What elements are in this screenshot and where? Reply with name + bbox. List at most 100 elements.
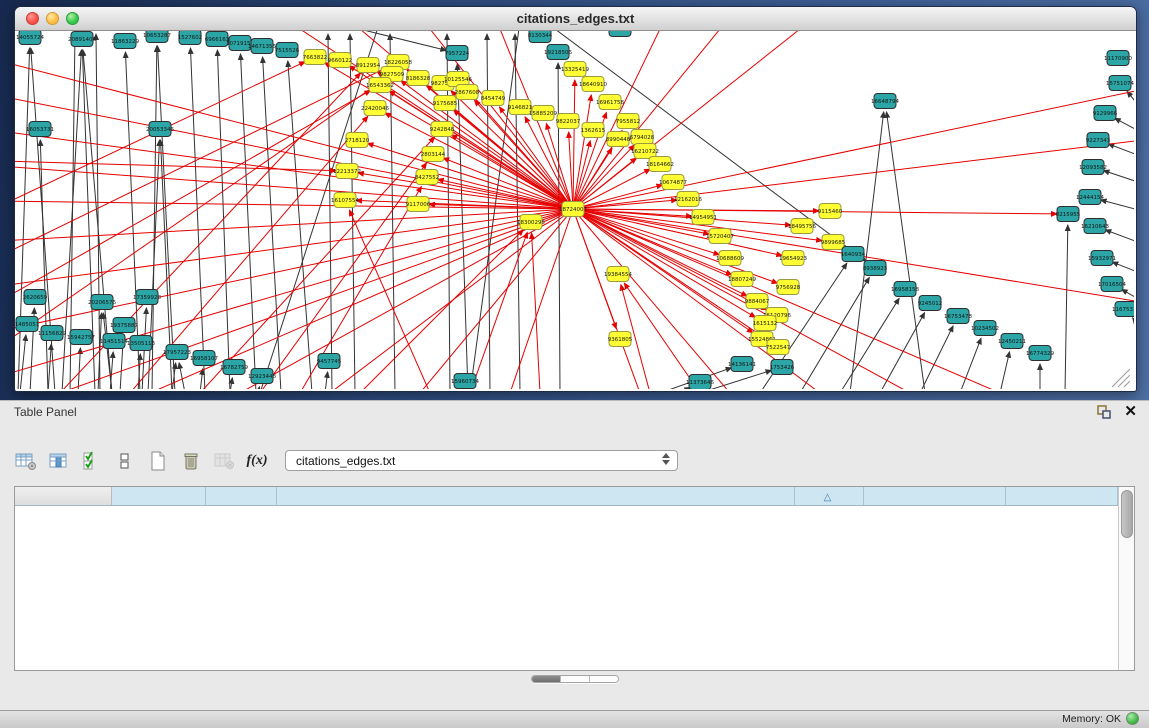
float-window-icon[interactable] (1097, 405, 1112, 419)
network-node[interactable]: 18300295 (517, 215, 545, 230)
column-header-year[interactable] (205, 487, 276, 506)
network-edge[interactable] (15, 161, 336, 171)
network-node[interactable]: 8186328 (406, 71, 431, 86)
network-node[interactable]: 18807249 (728, 272, 756, 287)
close-panel-icon[interactable]: ✕ (1124, 404, 1137, 419)
network-node[interactable]: 9245012 (918, 296, 943, 311)
network-edge[interactable] (573, 95, 591, 209)
network-edge[interactable] (78, 348, 80, 389)
network-edge[interactable] (624, 283, 700, 389)
network-node[interactable]: 19384554 (604, 267, 632, 282)
network-edge[interactable] (1000, 352, 1010, 389)
network-node[interactable]: 9756928 (776, 280, 801, 295)
network-edge[interactable] (15, 80, 383, 346)
network-node[interactable]: 15720407 (706, 229, 734, 244)
table-row[interactable] (15, 588, 1118, 604)
network-node[interactable]: 19654923 (779, 251, 807, 266)
network-canvas[interactable]: 1872400776638229660122891295418226058982… (15, 31, 1134, 389)
network-node[interactable]: 10674877 (659, 175, 687, 190)
network-edge[interactable] (470, 31, 520, 389)
table-row[interactable] (15, 555, 1118, 571)
rows-icon[interactable] (113, 449, 137, 473)
network-node[interactable]: 15932971 (1088, 251, 1116, 266)
network-edge[interactable] (349, 210, 430, 389)
network-edge[interactable] (263, 57, 281, 389)
network-node[interactable]: 9361805 (608, 332, 633, 347)
network-node[interactable]: 12093582 (1079, 160, 1107, 175)
network-node[interactable]: 15942757 (67, 330, 95, 345)
network-node[interactable]: 11451514 (100, 334, 128, 349)
network-node[interactable]: 19218506 (544, 45, 572, 60)
table-row[interactable] (15, 637, 1118, 653)
network-node[interactable]: 1485051 (15, 317, 39, 332)
network-edge[interactable] (48, 344, 51, 389)
network-node[interactable]: 11863229 (111, 34, 139, 49)
network-node[interactable]: 18724007 (559, 202, 587, 217)
network-edge[interactable] (1108, 144, 1134, 154)
network-edge[interactable] (1105, 230, 1134, 241)
network-node[interactable]: 10688609 (716, 251, 744, 266)
network-node[interactable]: 17359928 (133, 290, 161, 305)
network-node[interactable]: 2718120 (345, 133, 370, 148)
table-row[interactable] (15, 523, 1118, 539)
network-node[interactable]: 14055724 (16, 31, 44, 45)
network-node[interactable]: 12450211 (998, 334, 1026, 349)
network-node[interactable]: 7957224 (445, 46, 470, 61)
network-edge[interactable] (15, 90, 370, 301)
network-node[interactable]: 9884067 (745, 294, 770, 309)
network-node[interactable]: 9457745 (317, 354, 342, 369)
delete-table-icon[interactable] (212, 449, 236, 473)
network-node[interactable]: 8990448 (606, 132, 631, 147)
table-row[interactable] (15, 621, 1118, 637)
memory-ok-indicator-icon[interactable] (1126, 712, 1139, 725)
network-node[interactable]: 8130344 (528, 31, 553, 43)
column-header-short[interactable] (863, 487, 1005, 506)
network-node[interactable]: 9561886 (608, 31, 633, 37)
network-node[interactable]: 20891406 (68, 32, 96, 47)
network-node[interactable]: 19375887 (110, 318, 138, 333)
network-node[interactable]: 9899685 (821, 235, 846, 250)
network-edge[interactable] (1115, 118, 1134, 129)
network-edge[interactable] (920, 326, 953, 389)
network-node[interactable]: 18640910 (579, 77, 607, 92)
column-header-in_degree[interactable] (111, 487, 205, 506)
new-column-icon[interactable] (146, 449, 170, 473)
network-edge[interactable] (1122, 289, 1134, 297)
network-edge[interactable] (179, 363, 185, 389)
network-node[interactable]: 17957223 (163, 345, 191, 360)
network-window-titlebar[interactable]: citations_edges.txt (15, 7, 1136, 31)
network-node[interactable]: 1640934 (841, 247, 866, 262)
network-node[interactable]: 12923448 (248, 369, 276, 384)
tab-node-table[interactable] (532, 676, 561, 682)
network-node[interactable]: 18164662 (646, 157, 674, 172)
network-edge[interactable] (350, 34, 355, 389)
column-header-pagerank[interactable] (1005, 487, 1117, 506)
network-edge[interactable] (960, 338, 981, 389)
table-row[interactable] (15, 654, 1118, 670)
network-edge[interactable] (1112, 262, 1134, 271)
network-node[interactable]: 7515526 (275, 43, 300, 58)
network-edge[interactable] (800, 277, 869, 389)
network-node[interactable]: 2620659 (23, 290, 48, 305)
network-edge[interactable] (515, 34, 520, 389)
network-edge[interactable] (360, 230, 523, 389)
table-row[interactable] (15, 539, 1118, 555)
select-all-icon[interactable] (80, 449, 104, 473)
column-header-out_de[interactable]: △ (795, 487, 864, 506)
network-node[interactable]: 9660122 (328, 53, 353, 68)
network-node[interactable]: 8912954 (356, 58, 381, 73)
network-node[interactable]: 16958107 (190, 351, 218, 366)
network-edge[interactable] (15, 61, 573, 209)
table-mode-icon[interactable] (14, 449, 38, 473)
table-row[interactable] (15, 572, 1118, 588)
network-node[interactable]: 7955812 (616, 114, 641, 129)
network-node[interactable]: 15751074 (1106, 76, 1134, 91)
table-selector[interactable]: citations_edges.txt (285, 450, 678, 471)
network-edge[interactable] (18, 48, 30, 389)
network-edge[interactable] (328, 34, 332, 389)
network-node[interactable]: 2867608 (455, 85, 480, 100)
network-node[interactable]: 16210643 (1081, 219, 1109, 234)
network-edge[interactable] (573, 209, 640, 389)
network-node[interactable]: 9242848 (430, 122, 455, 137)
network-node[interactable]: 9115460 (818, 204, 843, 219)
